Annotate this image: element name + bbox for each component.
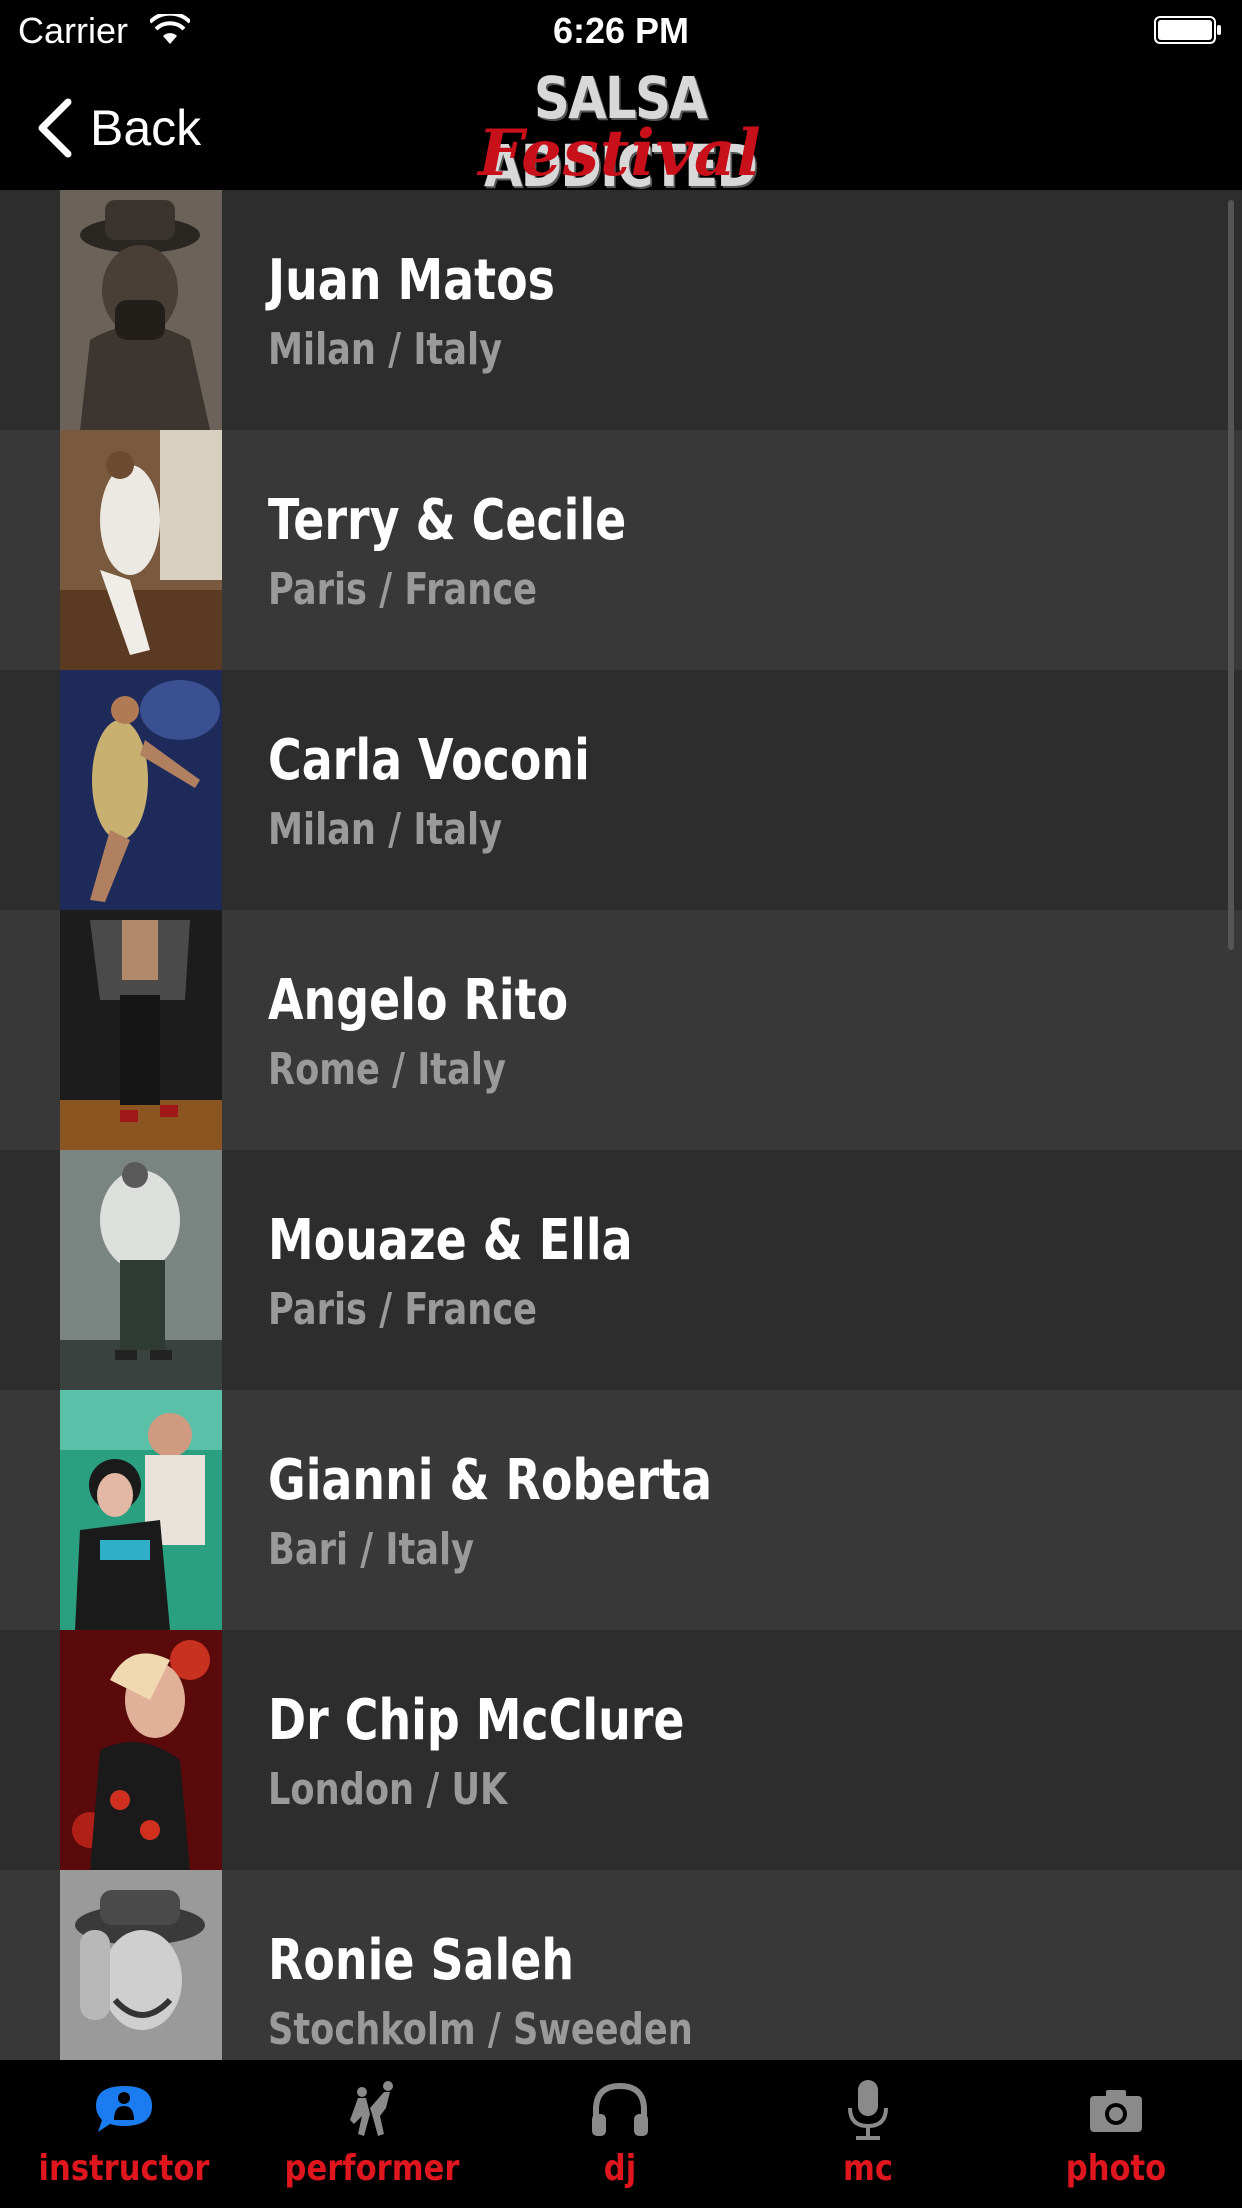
artist-row[interactable]: Carla Voconi Milan / Italy [0, 670, 1242, 910]
performer-icon [350, 2081, 393, 2136]
artist-location: London / UK [268, 1764, 508, 1815]
status-time: 6:26 PM [552, 10, 690, 51]
tab-label: dj [603, 2148, 637, 2189]
artist-name: Gianni & Roberta [268, 1448, 713, 1513]
battery-icon [1154, 16, 1221, 44]
artist-row[interactable]: Juan Matos Milan / Italy [0, 190, 1242, 430]
artist-photo [60, 1150, 222, 1390]
artist-row[interactable]: Terry & Cecile Paris / France [0, 430, 1242, 670]
tab-instructor[interactable]: instructor [0, 2060, 248, 2208]
artist-row[interactable]: Ronie Saleh Stochkolm / Sweeden [0, 1870, 1242, 2060]
artist-location: Milan / Italy [268, 324, 503, 375]
artist-location: Stochkolm / Sweeden [268, 2004, 693, 2055]
artist-photo [60, 1870, 222, 2060]
microphone-icon [848, 2080, 888, 2140]
tab-photo[interactable]: photo [992, 2060, 1240, 2208]
app-logo: SALSA ADDICTED Festival [420, 60, 820, 200]
artist-name: Carla Voconi [268, 728, 590, 793]
artist-name: Ronie Saleh [268, 1928, 575, 1993]
artist-list[interactable]: Juan Matos Milan / Italy Terry & Cecile … [0, 190, 1242, 2060]
tab-dj[interactable]: dj [496, 2060, 744, 2208]
artist-location: Paris / France [268, 564, 538, 615]
artist-row[interactable]: Gianni & Roberta Bari / Italy [0, 1390, 1242, 1630]
artist-photo [60, 430, 222, 670]
artist-name: Juan Matos [268, 248, 555, 313]
artist-name: Angelo Rito [268, 968, 569, 1033]
status-bar: Carrier 6:26 PM [0, 0, 1242, 60]
artist-row[interactable]: Mouaze & Ella Paris / France [0, 1150, 1242, 1390]
tab-label: instructor [38, 2148, 210, 2189]
tab-label: photo [1065, 2148, 1167, 2189]
chevron-left-icon [38, 98, 72, 158]
tab-label: performer [284, 2148, 460, 2189]
tab-mc[interactable]: mc [744, 2060, 992, 2208]
headphones-icon [592, 2082, 648, 2136]
artist-photo [60, 670, 222, 910]
artist-photo [60, 910, 222, 1150]
artist-location: Rome / Italy [268, 1044, 506, 1095]
artist-photo [60, 1390, 222, 1630]
artist-location: Milan / Italy [268, 804, 503, 855]
back-button[interactable]: Back [34, 98, 201, 158]
artist-name: Terry & Cecile [268, 488, 627, 553]
logo-subtitle: Festival [478, 116, 762, 191]
scrollbar[interactable] [1228, 200, 1234, 950]
back-label: Back [90, 100, 202, 156]
artist-location: Bari / Italy [268, 1524, 475, 1575]
navigation-bar: Back SALSA ADDICTED Festival [0, 60, 1242, 200]
instructor-icon [96, 2086, 152, 2132]
tab-performer[interactable]: performer [248, 2060, 496, 2208]
camera-icon [1090, 2090, 1142, 2132]
artist-row[interactable]: Angelo Rito Rome / Italy [0, 910, 1242, 1150]
artist-photo [60, 1630, 222, 1870]
artist-name: Mouaze & Ella [268, 1208, 633, 1273]
artist-photo [60, 190, 222, 430]
artist-name: Dr Chip McClure [268, 1688, 685, 1753]
artist-location: Paris / France [268, 1284, 538, 1335]
tab-label: mc [842, 2148, 894, 2189]
tab-bar: instructor performer dj mc photo [0, 2060, 1242, 2208]
artist-row[interactable]: Dr Chip McClure London / UK [0, 1630, 1242, 1870]
